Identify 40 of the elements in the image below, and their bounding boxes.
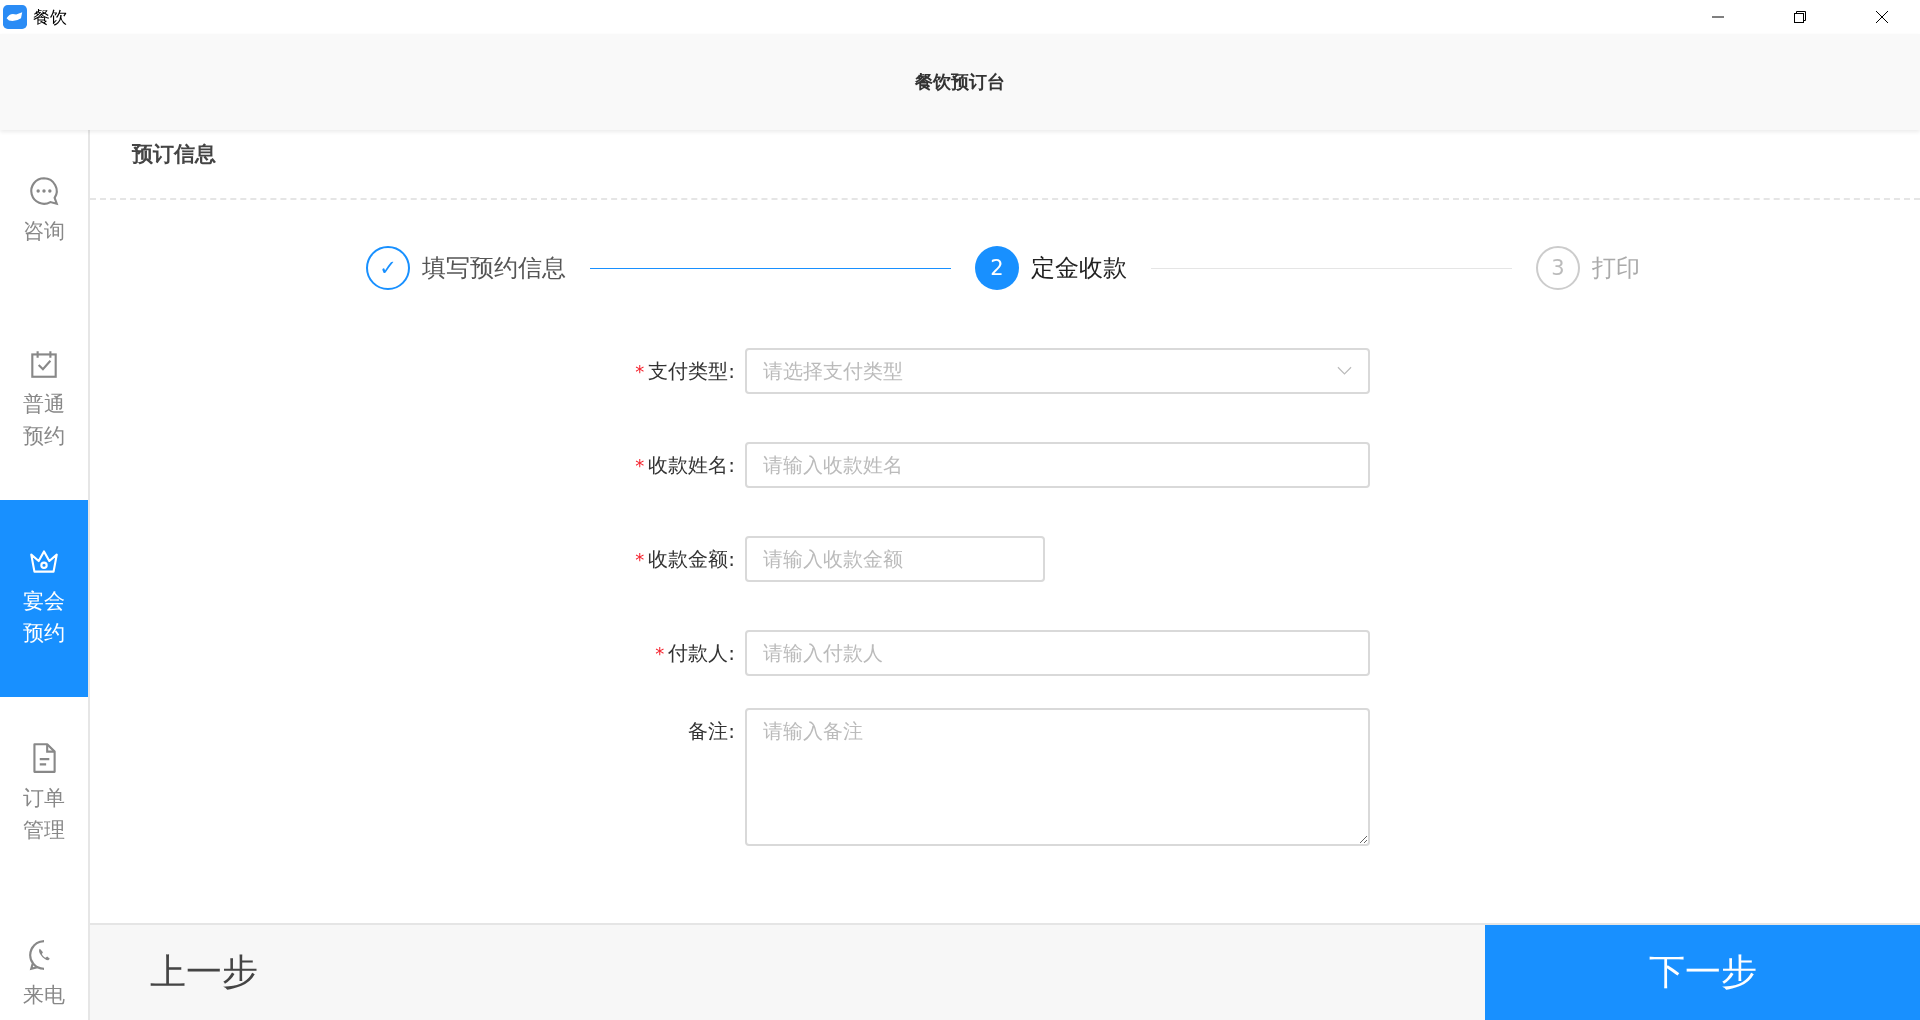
close-icon[interactable] bbox=[1874, 9, 1890, 25]
required-asterisk: * bbox=[655, 642, 665, 664]
step-marker: ✓ bbox=[366, 246, 410, 290]
sidebar-item[interactable]: 订单管理 bbox=[0, 697, 88, 894]
step-label: 填写预约信息 bbox=[422, 253, 566, 284]
sidebar-item[interactable]: 咨询 bbox=[0, 130, 88, 303]
step-label: 定金收款 bbox=[1031, 253, 1127, 284]
input-field[interactable]: 请输入收款金额 bbox=[745, 536, 1045, 582]
required-asterisk: * bbox=[635, 360, 645, 382]
field-label: 支付类型: bbox=[648, 357, 735, 385]
header-title: 餐饮预订台 bbox=[915, 70, 1005, 94]
restore-icon[interactable] bbox=[1792, 9, 1808, 25]
field-label: 收款金额: bbox=[648, 545, 735, 573]
next-button[interactable]: 下一步 bbox=[1485, 925, 1920, 1020]
step-marker: 3 bbox=[1536, 246, 1580, 290]
back-button[interactable]: 上一步 bbox=[90, 925, 318, 1020]
sidebar-item[interactable]: 普通预约 bbox=[0, 303, 88, 500]
step-marker: 2 bbox=[975, 246, 1019, 290]
textarea-field[interactable]: 请输入备注 bbox=[745, 708, 1370, 846]
sidebar-item[interactable]: 来电 bbox=[0, 894, 88, 1020]
section-title: 预订信息 bbox=[132, 141, 216, 168]
select-field[interactable]: 请选择支付类型 bbox=[745, 348, 1370, 394]
sidebar-label: 咨询 bbox=[22, 218, 66, 245]
required-asterisk: * bbox=[635, 548, 645, 570]
field-label: 收款姓名: bbox=[648, 451, 735, 479]
sidebar-item[interactable]: 宴会预约 bbox=[0, 500, 88, 697]
input-field[interactable]: 请输入收款姓名 bbox=[745, 442, 1370, 488]
chevron-down-icon bbox=[1337, 366, 1352, 376]
field-label: 备注: bbox=[688, 717, 735, 745]
required-asterisk: * bbox=[635, 454, 645, 476]
field-label: 付款人: bbox=[668, 639, 735, 667]
sidebar-label: 宴会预约 bbox=[22, 588, 66, 647]
app-logo-icon bbox=[3, 5, 27, 29]
chat-bubble-icon bbox=[27, 174, 61, 208]
sidebar-label: 普通预约 bbox=[22, 391, 66, 450]
window-title: 餐饮 bbox=[33, 5, 67, 29]
sidebar-label: 订单管理 bbox=[22, 785, 66, 844]
sidebar-label: 来电 bbox=[22, 982, 66, 1009]
input-field[interactable]: 请输入付款人 bbox=[745, 630, 1370, 676]
step-label: 打印 bbox=[1592, 253, 1640, 284]
